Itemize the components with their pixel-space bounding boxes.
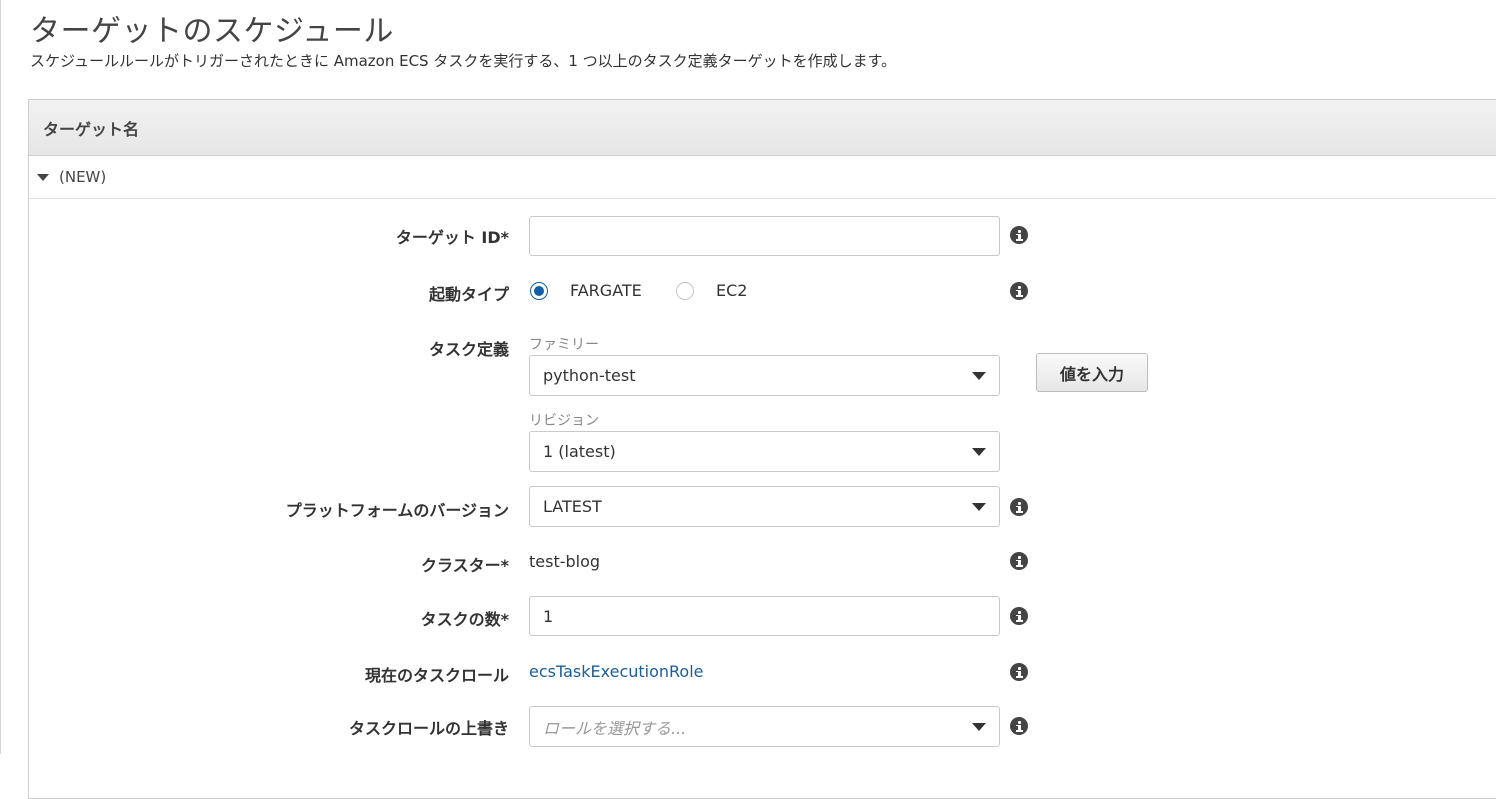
- revision-sublabel: リビジョン: [529, 413, 599, 429]
- caret-down-icon: [972, 448, 986, 456]
- info-icon[interactable]: [1010, 552, 1028, 570]
- task-role-override-select[interactable]: ロールを選択する...: [529, 706, 1000, 747]
- launch-type-ec2-radio[interactable]: [676, 282, 694, 300]
- task-role-override-label: タスクロールの上書き: [348, 719, 509, 738]
- panel-header: ターゲット名: [29, 100, 1496, 156]
- caret-down-icon: [37, 173, 49, 181]
- launch-type-fargate-label[interactable]: FARGATE: [570, 281, 642, 300]
- launch-type-ec2-label[interactable]: EC2: [716, 281, 747, 300]
- task-count-input[interactable]: [529, 596, 1000, 636]
- cluster-label: クラスター*: [420, 556, 509, 575]
- target-id-label: ターゲット ID*: [395, 228, 509, 247]
- caret-down-icon: [972, 723, 986, 731]
- info-icon[interactable]: [1010, 607, 1028, 625]
- target-expand-toggle[interactable]: (NEW): [29, 156, 1496, 199]
- platform-version-select[interactable]: LATEST: [529, 486, 1000, 527]
- revision-select[interactable]: 1 (latest): [529, 431, 1000, 472]
- page-title: ターゲットのスケジュール: [30, 14, 394, 49]
- task-definition-label: タスク定義: [428, 340, 509, 359]
- launch-type-fargate-radio[interactable]: [530, 282, 548, 300]
- family-select[interactable]: python-test: [529, 355, 1000, 396]
- family-sublabel: ファミリー: [529, 337, 599, 353]
- info-icon[interactable]: [1010, 663, 1028, 681]
- caret-down-icon: [972, 372, 986, 380]
- info-icon[interactable]: [1010, 282, 1028, 300]
- current-task-role-link[interactable]: ecsTaskExecutionRole: [529, 662, 704, 681]
- panel-header-label: ターゲット名: [43, 119, 140, 139]
- page-description: スケジュールルールがトリガーされたときに Amazon ECS タスクを実行する…: [30, 52, 897, 70]
- caret-down-icon: [972, 503, 986, 511]
- family-select-value: python-test: [543, 366, 636, 385]
- task-role-override-placeholder: ロールを選択する...: [543, 718, 687, 738]
- target-toggle-label: (NEW): [59, 168, 107, 186]
- page-left-border: [0, 0, 1, 754]
- cluster-value: test-blog: [529, 552, 601, 571]
- info-icon[interactable]: [1010, 226, 1028, 244]
- current-task-role-label: 現在のタスクロール: [364, 666, 509, 685]
- launch-type-label: 起動タイプ: [428, 285, 509, 304]
- info-icon[interactable]: [1010, 717, 1028, 735]
- task-count-label: タスクの数*: [420, 610, 509, 629]
- revision-select-value: 1 (latest): [543, 442, 616, 461]
- info-icon[interactable]: [1010, 498, 1028, 516]
- target-id-input[interactable]: [529, 216, 1000, 256]
- platform-version-label: プラットフォームのバージョン: [285, 501, 509, 520]
- platform-version-value: LATEST: [543, 497, 602, 516]
- enter-value-button[interactable]: 値を入力: [1036, 353, 1148, 392]
